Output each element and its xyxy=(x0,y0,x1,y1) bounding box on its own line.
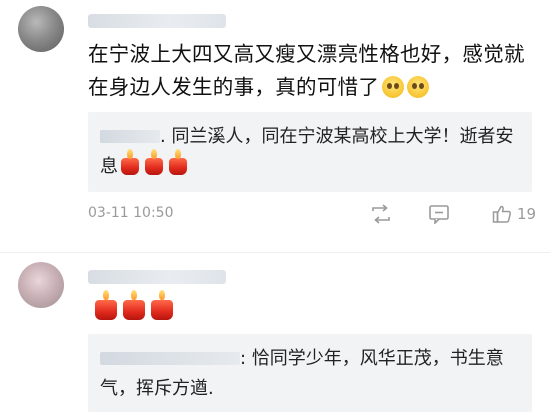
reply-username-blurred[interactable] xyxy=(100,130,160,143)
avatar[interactable] xyxy=(18,6,64,52)
reply-text: . 同兰溪人，同在宁波某高校上大学！逝者安息 xyxy=(100,122,524,182)
comment-timestamp: 03-11 10:50 xyxy=(88,205,174,221)
candle-emoji xyxy=(121,149,139,175)
candle-emoji xyxy=(169,149,187,175)
comment-button[interactable] xyxy=(428,202,450,226)
username-blurred[interactable] xyxy=(88,14,226,28)
comment-icon xyxy=(429,205,449,224)
comment-body: 在宁波上大四又高又瘦又漂亮性格也好，感觉就在身边人发生的事，真的可惜了 xyxy=(88,42,525,99)
username-blurred[interactable] xyxy=(88,270,226,284)
reply-username-blurred[interactable] xyxy=(100,352,240,365)
reply-text: : 恰同学少年，风华正茂，书生意气，挥斥方遒. xyxy=(100,344,524,404)
reply-box[interactable]: : 恰同学少年，风华正茂，书生意气，挥斥方遒. xyxy=(88,334,532,412)
like-icon xyxy=(492,205,512,223)
sad-face-emoji xyxy=(382,76,405,98)
share-button[interactable] xyxy=(370,202,392,226)
share-icon xyxy=(372,204,390,224)
comment-item: 在宁波上大四又高又瘦又漂亮性格也好，感觉就在身边人发生的事，真的可惜了 . 同兰… xyxy=(0,0,550,252)
comment-body-emojis xyxy=(92,290,176,321)
comment-text: 在宁波上大四又高又瘦又漂亮性格也好，感觉就在身边人发生的事，真的可惜了 xyxy=(88,38,528,104)
reply-box[interactable]: . 同兰溪人，同在宁波某高校上大学！逝者安息 xyxy=(88,112,532,192)
like-button[interactable]: 19 xyxy=(492,202,536,226)
candle-emoji xyxy=(151,290,173,320)
like-count: 19 xyxy=(517,205,537,223)
candle-emoji xyxy=(145,149,163,175)
candle-emoji xyxy=(123,290,145,320)
candle-emoji xyxy=(95,290,117,320)
sad-face-emoji xyxy=(407,76,430,98)
avatar[interactable] xyxy=(18,262,64,308)
